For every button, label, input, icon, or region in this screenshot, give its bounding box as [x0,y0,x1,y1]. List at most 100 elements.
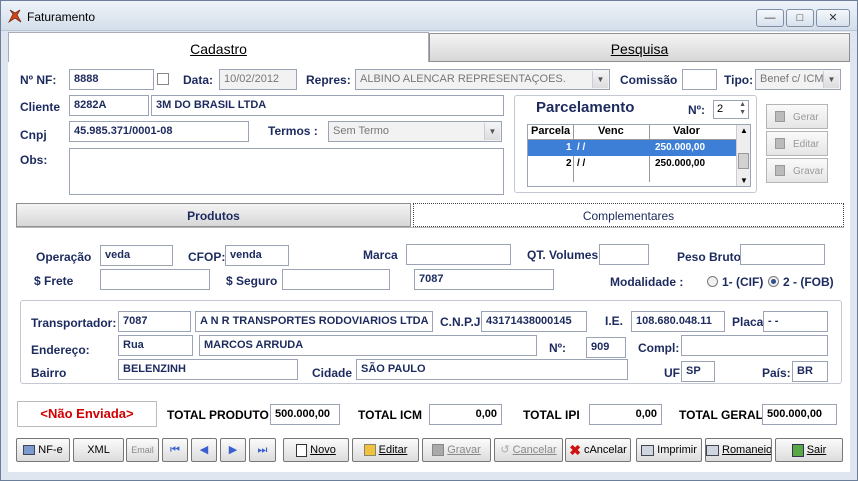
nfe-button[interactable]: NF-e [16,438,70,462]
tab-complementares[interactable]: Complementares [413,203,844,227]
transportador-cnpj-field[interactable]: 43171438000145 [481,311,587,332]
close-button[interactable]: ✕ [816,9,850,27]
cliente-name-field[interactable]: 3M DO BRASIL LTDA [151,95,504,116]
scroll-up-icon[interactable]: ▲ [740,126,748,135]
cliente-code-field[interactable]: 8282A [69,95,149,116]
gerar-icon [775,111,785,122]
numero-label: Nº: [549,341,567,355]
prev-record-button[interactable]: ◀ [191,438,217,462]
xml-button[interactable]: XML [73,438,124,462]
placa-field[interactable]: - - [763,311,828,332]
gravar-button[interactable]: Gravar [422,438,491,462]
minimize-icon: — [764,12,776,24]
cancelar-button[interactable]: ✖ cAncelar [565,438,631,462]
transportador-code-field[interactable]: 7087 [118,311,191,332]
modalidade-fob-label: 2 - (FOB) [783,275,834,289]
romaneio-button[interactable]: Romaneio [705,438,772,462]
imprimir-button[interactable]: Imprimir [636,438,702,462]
repres-label: Repres: [306,73,351,87]
qt-volumes-field[interactable] [599,244,649,265]
transportador-cnpj-label: C.N.P.J. [440,315,484,329]
cfop-field[interactable]: venda [225,245,289,266]
chevron-down-icon[interactable]: ▼ [823,71,839,88]
data-label: Data: [183,73,214,87]
peso-bruto-field[interactable] [740,244,825,265]
chevron-down-icon[interactable]: ▼ [484,123,500,140]
tab-produtos[interactable]: Produtos [16,203,411,227]
gerar-button[interactable]: Gerar [766,104,828,129]
modalidade-cif-radio[interactable] [707,276,718,287]
cancelar-disabled-button[interactable]: ↺ Cancelar [494,438,563,462]
parcelas-count-label: Nº: [688,103,706,117]
tipo-select[interactable]: Benef c/ ICM ▼ [755,69,841,90]
stepper-down-icon[interactable]: ▼ [739,109,746,116]
total-geral-field: 500.000,00 [762,404,837,425]
placa-label: Placa [732,315,764,329]
cnpj-field[interactable]: 45.985.371/0001-08 [69,121,249,142]
last-record-button[interactable]: ⏭ [249,438,276,462]
tab-cadastro[interactable]: Cadastro [8,32,429,62]
nfe-icon [23,445,36,456]
next-record-button[interactable]: ▶ [220,438,246,462]
editar-button[interactable]: Editar [352,438,419,462]
status-badge: <Não Enviada> [17,401,157,427]
first-record-button[interactable]: ⏮ [162,438,188,462]
ie-label: I.E. [605,314,624,328]
obs-field[interactable] [69,148,504,195]
operacao-field[interactable]: veda [100,245,173,266]
termos-select[interactable]: Sem Termo ▼ [328,121,502,142]
total-ipi-field: 0,00 [589,404,662,425]
endereco-tipo-field[interactable]: Rua [118,335,193,356]
cidade-field[interactable]: SÃO PAULO [356,359,628,380]
transportador-name-field[interactable]: A N R TRANSPORTES RODOVIARIOS LTDA [195,311,433,332]
maximize-button[interactable]: □ [786,9,814,27]
ie-field[interactable]: 108.680.048.11 [631,311,725,332]
marca-field[interactable] [406,244,511,265]
pais-field[interactable]: BR [792,361,828,382]
numero-field[interactable]: 909 [586,337,626,358]
transportador-label: Transportador: [31,316,117,330]
grid-header: Parcela Venc Valor [528,125,736,140]
compl-field[interactable] [681,335,828,356]
comissao-field[interactable] [682,69,717,90]
nf-field[interactable]: 8888 [69,69,154,90]
sair-button[interactable]: Sair [775,438,843,462]
gravar-parcela-button[interactable]: Gravar [766,158,828,183]
stepper-up-icon[interactable]: ▲ [739,101,746,108]
cliente-label: Cliente [20,100,61,114]
minimize-button[interactable]: — [756,9,784,27]
save-icon [775,165,785,176]
total-produto-label: TOTAL PRODUTO [167,408,269,422]
endereco-field[interactable]: MARCOS ARRUDA [199,335,537,356]
total-geral-label: TOTAL GERAL [679,408,763,422]
comissao-label: Comissão [620,73,678,87]
data-field[interactable]: 10/02/2012 [219,69,297,90]
parcelas-count-stepper[interactable]: 2 ▲ ▼ [713,100,749,119]
uf-field[interactable]: SP [681,361,715,382]
chevron-down-icon[interactable]: ▼ [592,71,608,88]
table-row[interactable]: 1 / / 250.000,00 [528,140,736,156]
extra-field[interactable]: 7087 [414,269,554,290]
printer-icon [706,444,719,456]
termos-label: Termos : [268,124,318,138]
nf-checkbox[interactable] [157,73,169,85]
seguro-field[interactable] [282,269,390,290]
prev-icon: ◀ [199,444,209,456]
repres-select[interactable]: ALBINO ALENCAR REPRESENTAÇOES. ▼ [355,69,610,90]
grid-header-venc: Venc [598,125,624,137]
grid-scrollbar[interactable]: ▲ ▼ [736,125,750,186]
parcelas-grid: Parcela Venc Valor 1 / / 250.000,00 2 / … [527,124,751,187]
editar-parcela-button[interactable]: Editar [766,131,828,156]
peso-bruto-label: Peso Bruto [677,250,742,264]
frete-field[interactable] [100,269,210,290]
scroll-down-icon[interactable]: ▼ [740,176,748,185]
tab-pesquisa[interactable]: Pesquisa [429,33,850,62]
novo-button[interactable]: Novo [283,438,349,462]
scroll-thumb[interactable] [738,153,749,169]
bairro-field[interactable]: BELENZINH [118,359,298,380]
email-button[interactable]: Email [126,438,159,462]
exit-icon [791,443,804,457]
table-row[interactable]: 2 / / 250.000,00 [528,156,736,172]
modalidade-fob-radio[interactable] [768,276,779,287]
compl-label: Compl: [638,341,680,355]
